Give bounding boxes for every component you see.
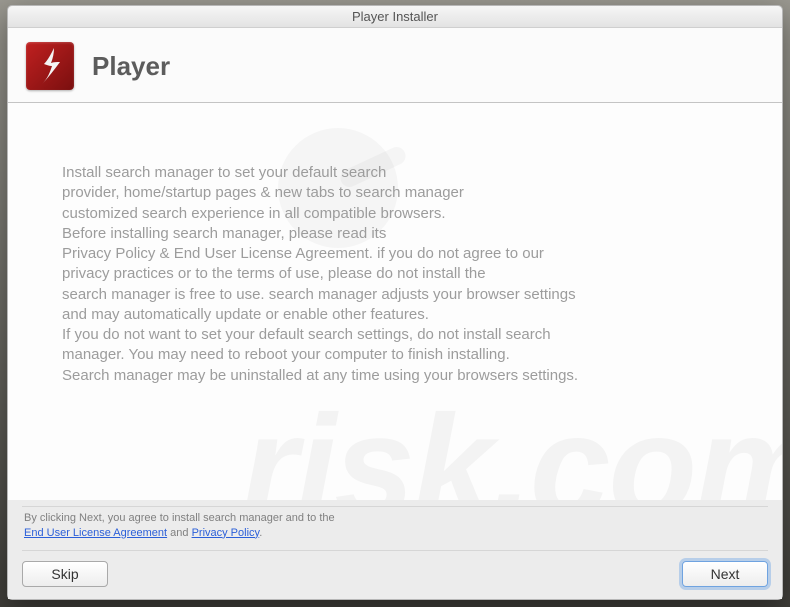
footer: By clicking Next, you agree to install s…: [8, 500, 782, 599]
next-button[interactable]: Next: [682, 561, 768, 587]
content-area: Install search manager to set your defau…: [8, 103, 782, 500]
body-text: Install search manager to set your defau…: [62, 163, 728, 386]
flash-player-icon: [26, 42, 74, 90]
watermark-text: risk.com: [242, 383, 782, 500]
skip-button[interactable]: Skip: [22, 561, 108, 587]
eula-link[interactable]: End User License Agreement: [24, 527, 167, 539]
app-title: Player: [92, 51, 170, 82]
privacy-policy-link[interactable]: Privacy Policy: [192, 527, 260, 539]
installer-window: Player Installer Player Install search m…: [7, 5, 783, 600]
header: Player: [8, 28, 782, 103]
button-row: Skip Next: [22, 551, 768, 587]
disclaimer-text: By clicking Next, you agree to install s…: [22, 506, 768, 551]
disclaimer-and: and: [167, 527, 191, 539]
disclaimer-period: .: [259, 527, 262, 539]
window-title: Player Installer: [8, 6, 782, 28]
disclaimer-prefix: By clicking Next, you agree to install s…: [24, 512, 335, 524]
